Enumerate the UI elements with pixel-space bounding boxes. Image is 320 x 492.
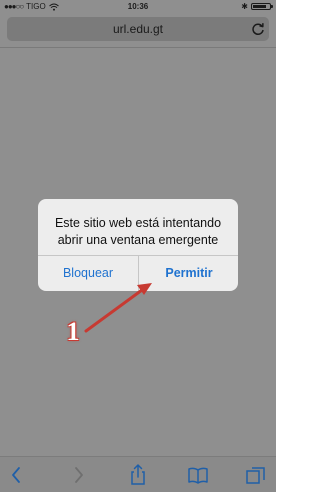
battery-icon xyxy=(251,3,273,10)
tabs-icon[interactable] xyxy=(244,463,268,487)
bottom-toolbar xyxy=(0,456,276,492)
tabs-button[interactable] xyxy=(244,463,268,487)
forward-button[interactable] xyxy=(66,463,90,487)
allow-button[interactable]: Permitir xyxy=(139,256,238,291)
url-text[interactable]: url.edu.gt xyxy=(7,22,269,36)
browser-screen: ●●●○○ TIGO 10:36 ✱ url.edu.gt Este sitio… xyxy=(0,0,276,492)
share-button[interactable] xyxy=(126,463,150,487)
dialog-message: Este sitio web está intentando abrir una… xyxy=(54,216,222,247)
forward-icon[interactable] xyxy=(66,463,90,487)
address-bar[interactable]: url.edu.gt xyxy=(7,17,269,41)
reload-icon[interactable] xyxy=(251,22,265,36)
bookmarks-icon[interactable] xyxy=(186,463,210,487)
battery-level xyxy=(253,5,266,8)
block-button[interactable]: Bloquear xyxy=(38,256,138,291)
share-icon[interactable] xyxy=(126,463,150,487)
status-right: ✱ xyxy=(241,2,273,11)
clock: 10:36 xyxy=(127,2,149,11)
address-bar-divider xyxy=(0,47,276,48)
status-bar: ●●●○○ TIGO 10:36 ✱ xyxy=(0,0,276,14)
back-button[interactable] xyxy=(5,463,29,487)
bookmarks-button[interactable] xyxy=(186,463,210,487)
popup-permission-dialog: Este sitio web está intentando abrir una… xyxy=(38,199,238,291)
back-icon[interactable] xyxy=(5,463,29,487)
bluetooth-icon: ✱ xyxy=(241,2,248,11)
annotation-number: 1 xyxy=(66,317,80,346)
